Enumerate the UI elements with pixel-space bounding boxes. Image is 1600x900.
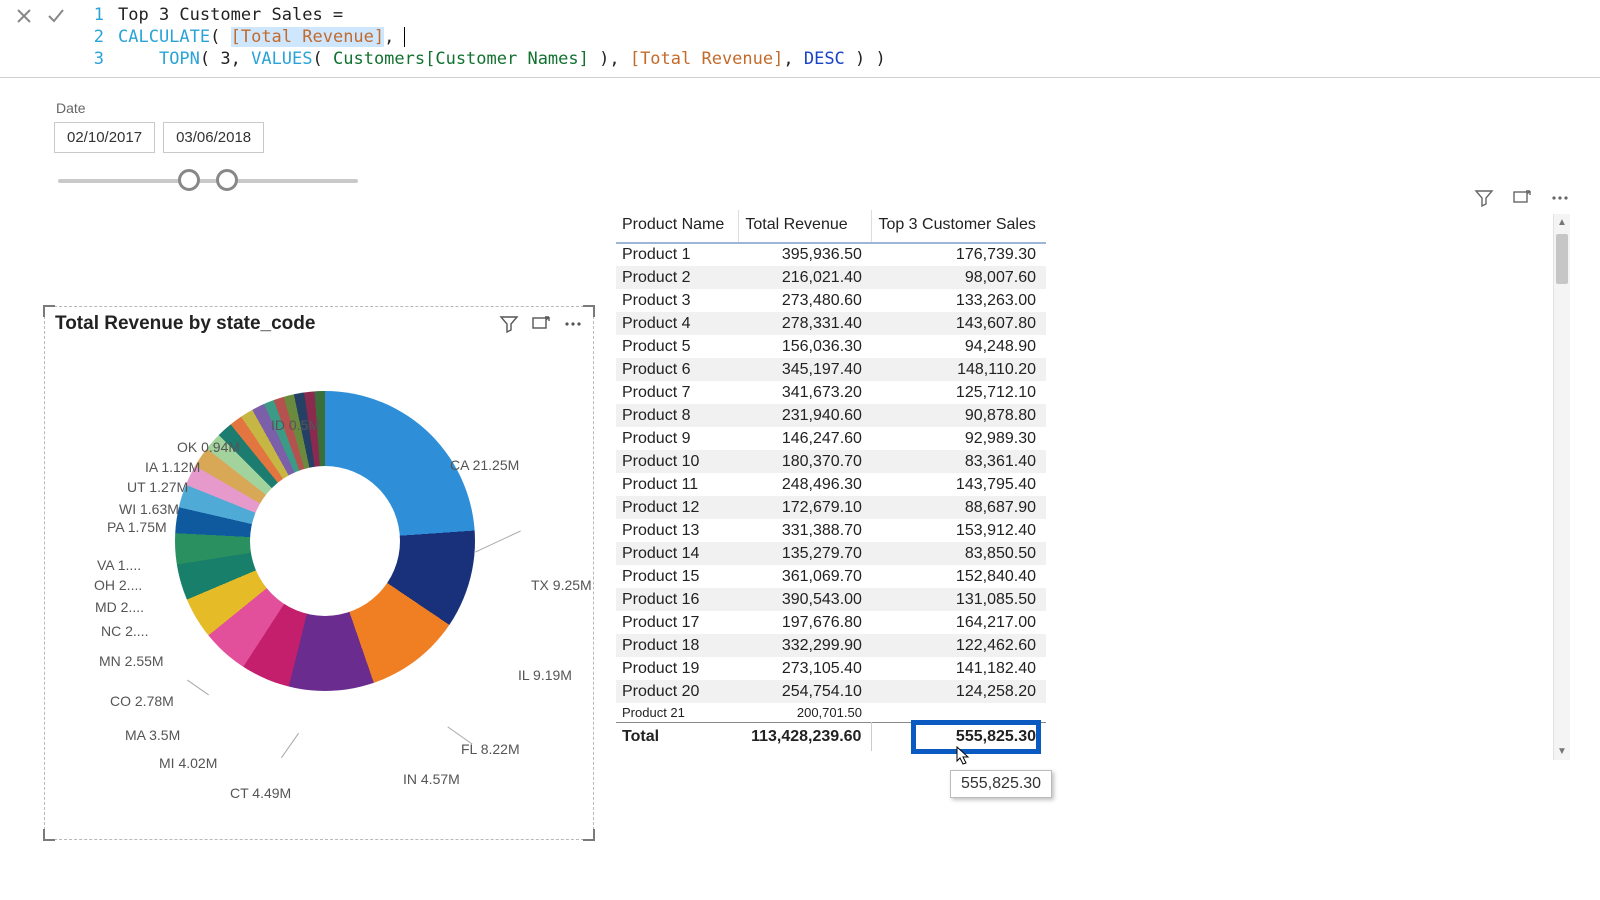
table-row[interactable]: Product 21200,701.50 <box>616 703 1046 723</box>
cell-tooltip: 555,825.30 <box>950 770 1052 798</box>
formula-editor[interactable]: 1Top 3 Customer Sales = 2CALCULATE( [Tot… <box>80 0 1600 70</box>
slice-label: UT 1.27M <box>127 479 188 495</box>
date-to-input[interactable]: 03/06/2018 <box>163 122 264 153</box>
table-row[interactable]: Product 12172,679.1088,687.90 <box>616 496 1046 519</box>
slice-label: CA 21.25M <box>450 457 519 473</box>
slice-label: MA 3.5M <box>125 727 180 743</box>
table-row[interactable]: Product 20254,754.10124,258.20 <box>616 680 1046 703</box>
table-row[interactable]: Product 4278,331.40143,607.80 <box>616 312 1046 335</box>
table-row[interactable]: Product 10180,370.7083,361.40 <box>616 450 1046 473</box>
slice-label: MN 2.55M <box>99 653 164 669</box>
donut-chart-visual[interactable]: Total Revenue by state_code CA 21.25M TX… <box>44 306 594 840</box>
table-row[interactable]: Product 3273,480.60133,263.00 <box>616 289 1046 312</box>
table-row[interactable]: Product 16390,543.00131,085.50 <box>616 588 1046 611</box>
table-row[interactable]: Product 8231,940.6090,878.80 <box>616 404 1046 427</box>
donut-chart[interactable]: CA 21.25M TX 9.25M IL 9.19M FL 8.22M IN … <box>45 341 593 821</box>
more-options-icon[interactable] <box>1550 188 1570 208</box>
filter-icon[interactable] <box>1474 188 1494 208</box>
slider-handle-end[interactable] <box>216 169 238 191</box>
cancel-formula-button[interactable] <box>14 6 34 26</box>
slice-label: PA 1.75M <box>107 519 167 535</box>
slice-label: CO 2.78M <box>110 693 174 709</box>
filter-icon[interactable] <box>499 314 519 334</box>
more-options-icon[interactable] <box>563 314 583 334</box>
column-header[interactable]: Product Name <box>616 210 739 243</box>
slice-label: CT 4.49M <box>230 785 291 801</box>
slice-label: NC 2.... <box>101 623 148 639</box>
table-row[interactable]: Product 13331,388.70153,912.40 <box>616 519 1046 542</box>
slice-label: OK 0.94M <box>177 439 240 455</box>
slice-label: ID 0.5M <box>271 417 320 433</box>
date-slicer[interactable]: 02/10/2017 03/06/2018 <box>54 122 1560 153</box>
table-row[interactable]: Product 18332,299.90122,462.60 <box>616 634 1046 657</box>
table-row[interactable]: Product 17197,676.80164,217.00 <box>616 611 1046 634</box>
total-row: Total113,428,239.60555,825.30 <box>616 723 1046 751</box>
scroll-up-button[interactable]: ▲ <box>1554 214 1570 231</box>
slice-label: TX 9.25M <box>531 577 592 593</box>
scroll-thumb[interactable] <box>1556 234 1568 284</box>
table-row[interactable]: Product 9146,247.6092,989.30 <box>616 427 1046 450</box>
table-row[interactable]: Product 19273,105.40141,182.40 <box>616 657 1046 680</box>
slice-label: OH 2.... <box>94 577 142 593</box>
column-header[interactable]: Total Revenue <box>739 210 872 243</box>
table-visual[interactable]: Product Name Total Revenue Top 3 Custome… <box>616 210 1570 764</box>
text-caret <box>393 27 404 47</box>
table-row[interactable]: Product 2216,021.4098,007.60 <box>616 266 1046 289</box>
slice-label: IA 1.12M <box>145 459 200 475</box>
slice-label: WI 1.63M <box>119 501 179 517</box>
table-row[interactable]: Product 11248,496.30143,795.40 <box>616 473 1046 496</box>
date-from-input[interactable]: 02/10/2017 <box>54 122 155 153</box>
slicer-label: Date <box>56 100 1560 116</box>
focus-mode-icon[interactable] <box>1512 188 1532 208</box>
chart-title: Total Revenue by state_code <box>55 313 487 335</box>
commit-formula-button[interactable] <box>46 6 66 26</box>
column-header[interactable]: Top 3 Customer Sales <box>872 210 1046 243</box>
table-row[interactable]: Product 6345,197.40148,110.20 <box>616 358 1046 381</box>
scroll-down-button[interactable]: ▼ <box>1554 743 1570 760</box>
slice-label: IN 4.57M <box>403 771 460 787</box>
table-row[interactable]: Product 14135,279.7083,850.50 <box>616 542 1046 565</box>
slice-label: MI 4.02M <box>159 755 217 771</box>
focus-mode-icon[interactable] <box>531 314 551 334</box>
formula-bar: In 1Top 3 Customer Sales = 2CALCULATE( [… <box>0 0 1600 78</box>
table-row[interactable]: Product 1395,936.50176,739.30 <box>616 243 1046 266</box>
slider-handle-start[interactable] <box>178 169 200 191</box>
table-row[interactable]: Product 5156,036.3094,248.90 <box>616 335 1046 358</box>
data-table[interactable]: Product Name Total Revenue Top 3 Custome… <box>616 210 1046 751</box>
date-range-slider[interactable] <box>58 163 358 197</box>
table-row[interactable]: Product 7341,673.20125,712.10 <box>616 381 1046 404</box>
slice-label: MD 2.... <box>95 599 144 615</box>
slice-label: IL 9.19M <box>518 667 572 683</box>
table-scrollbar[interactable]: ▲ ▼ <box>1553 214 1570 760</box>
slice-label: VA 1.... <box>97 557 141 573</box>
table-row[interactable]: Product 15361,069.70152,840.40 <box>616 565 1046 588</box>
